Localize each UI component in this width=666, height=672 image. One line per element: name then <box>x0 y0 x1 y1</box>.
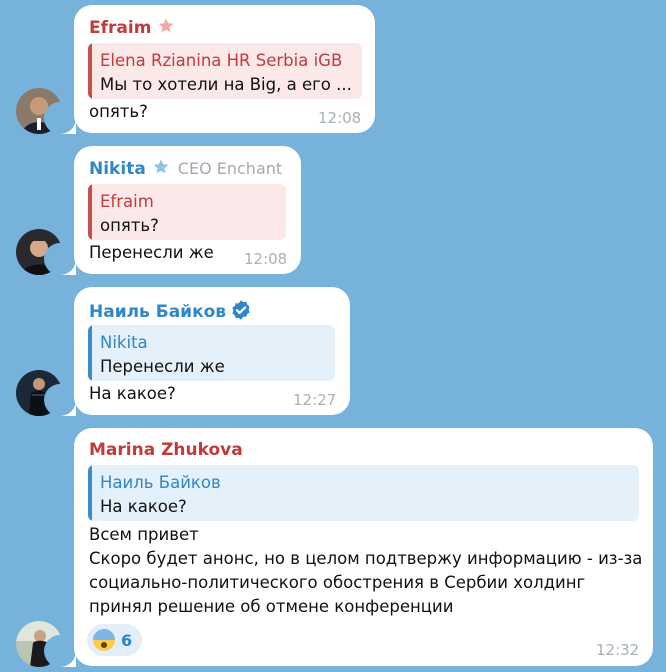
reply-quote[interactable]: Nikita Перенесли же <box>88 325 335 381</box>
reply-text: На какое? <box>100 497 187 516</box>
message-bubble: Nikita CEO Enchant Efraim опять? Перенесл… <box>74 146 301 274</box>
sender-name[interactable]: Наиль Байков <box>89 302 226 322</box>
message-bubble: Marina Zhukova Наиль Байков На какое? Вс… <box>74 428 653 666</box>
message-text: На какое? <box>89 384 176 403</box>
star-icon <box>159 18 174 33</box>
reply-text: опять? <box>100 216 159 235</box>
fearful-face-emoji-icon <box>93 629 115 651</box>
verified-badge-icon <box>232 300 250 320</box>
message-time: 12:08 <box>318 109 362 127</box>
message-line: Скоро будет анонс, но в целом подтвержу … <box>89 549 643 568</box>
sender-name[interactable]: Efraim <box>89 18 151 38</box>
star-icon <box>153 159 169 174</box>
reply-quote[interactable]: Efraim опять? <box>88 184 286 240</box>
message-time: 12:27 <box>293 391 337 409</box>
reply-quote[interactable]: Наиль Байков На какое? <box>88 465 639 521</box>
reply-sender: Наиль Байков <box>100 473 221 492</box>
message-bubble: Efraim Elena Rzianina HR Serbia iGB Мы т… <box>74 5 375 133</box>
sender-title: CEO Enchant <box>177 159 283 178</box>
reply-sender: Elena Rzianina HR Serbia iGB <box>100 51 343 70</box>
reply-text: Мы то хотели на Big, а его ... <box>100 75 352 94</box>
reaction-button[interactable]: 6 <box>87 624 143 656</box>
reply-sender: Efraim <box>100 192 154 211</box>
message-line: социально-политического обострения в Сер… <box>89 573 586 592</box>
message-text: Перенесли же <box>89 243 214 262</box>
reply-text: Перенесли же <box>100 357 225 376</box>
sender-name[interactable]: Marina Zhukova <box>89 440 243 460</box>
reaction-count: 6 <box>121 630 133 650</box>
sender-name[interactable]: Nikita <box>89 159 146 179</box>
message-line: принял решение об отмене конференции <box>89 597 454 616</box>
message-text: Всем привет Скоро будет анонс, но в цело… <box>89 523 642 619</box>
reply-sender: Nikita <box>100 333 148 352</box>
message-time: 12:08 <box>244 250 288 268</box>
message-line: Всем привет <box>89 525 199 544</box>
message-text: опять? <box>89 102 148 121</box>
message-bubble: Наиль Байков Nikita Перенесли же На како… <box>74 287 350 415</box>
reply-quote[interactable]: Elena Rzianina HR Serbia iGB Мы то хотел… <box>88 43 362 99</box>
message-time: 12:32 <box>596 641 640 659</box>
